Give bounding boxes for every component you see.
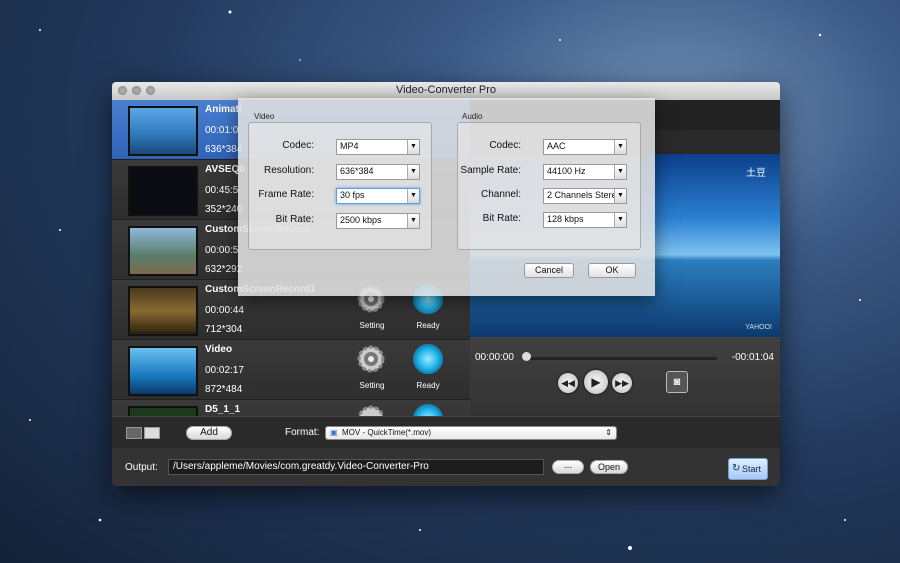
channel-label: Channel: xyxy=(480,189,521,200)
dropdown-arrow-icon: ▼ xyxy=(407,189,419,203)
ready-status-icon[interactable] xyxy=(413,404,443,416)
audio-group-title: Audio xyxy=(462,112,483,121)
video-bitrate-label: Bit Rate: xyxy=(275,214,314,225)
cancel-button[interactable]: Cancel xyxy=(524,263,574,278)
browse-button[interactable]: ... xyxy=(552,460,584,474)
video-group-title: Video xyxy=(254,112,275,121)
format-toolbar: Add Format: ▣ MOV - QuickTime(*.mov) ⇕ xyxy=(112,416,780,449)
dropdown-arrow-icon: ▼ xyxy=(407,214,419,228)
open-button[interactable]: Open xyxy=(590,460,628,474)
snapshot-button[interactable]: ◙ xyxy=(666,371,688,393)
ok-button[interactable]: OK xyxy=(588,263,636,278)
audio-codec-select[interactable]: AAC ▼ xyxy=(543,139,627,155)
play-icon: ▶ xyxy=(591,375,601,389)
rewind-button[interactable]: ◀◀ xyxy=(558,373,578,393)
format-file-icon: ▣ xyxy=(330,428,338,437)
frame-rate-select[interactable]: 30 fps ▼ xyxy=(336,188,420,204)
file-row[interactable]: D5_1_1 xyxy=(112,400,470,416)
resolution-select[interactable]: 636*384 ▼ xyxy=(336,164,420,180)
output-path-field[interactable]: /Users/appleme/Movies/com.greatdy.Video-… xyxy=(168,459,544,475)
dropdown-arrow-icon: ▼ xyxy=(614,213,626,227)
sample-rate-select[interactable]: 44100 Hz ▼ xyxy=(543,164,627,180)
ready-status-icon[interactable] xyxy=(413,344,443,374)
seek-track[interactable] xyxy=(525,357,717,360)
settings-dialog: Video Codec: MP4 ▼ Resolution: 636*384 ▼ F… xyxy=(238,98,655,296)
file-thumbnail xyxy=(128,406,198,416)
file-thumbnail xyxy=(128,106,198,156)
file-resolution: 872*484 xyxy=(205,384,243,395)
video-codec-value: MP4 xyxy=(340,141,359,151)
ready-label: Ready xyxy=(416,381,440,390)
frame-rate-label: Frame Rate: xyxy=(258,189,314,200)
dropdown-arrow-icon: ▼ xyxy=(614,140,626,154)
output-bar: Output: /Users/appleme/Movies/com.greatd… xyxy=(112,448,780,486)
current-time: 00:00:00 xyxy=(475,352,514,363)
remaining-time: -00:01:04 xyxy=(731,352,774,363)
audio-codec-label: Codec: xyxy=(489,140,521,151)
video-bitrate-value: 2500 kbps xyxy=(340,215,382,225)
refresh-icon: ↻ xyxy=(732,463,741,474)
file-duration: 00:01:0 xyxy=(205,125,239,136)
grid-view-toggle[interactable] xyxy=(126,427,142,439)
file-resolution: 712*304 xyxy=(205,324,243,335)
audio-bitrate-label: Bit Rate: xyxy=(482,213,521,224)
fast-forward-button[interactable]: ▶▶ xyxy=(612,373,632,393)
format-label: Format: xyxy=(285,427,320,438)
audio-bitrate-select[interactable]: 128 kbps ▼ xyxy=(543,212,627,228)
play-button[interactable]: ▶ xyxy=(584,370,608,394)
setting-label: Setting xyxy=(359,381,385,390)
format-value: MOV - QuickTime(*.mov) xyxy=(342,428,432,437)
setting-label: Setting xyxy=(359,321,385,330)
video-codec-select[interactable]: MP4 ▼ xyxy=(336,139,420,155)
camera-icon: ◙ xyxy=(673,376,681,388)
file-duration: 00:00:44 xyxy=(205,305,244,316)
format-select[interactable]: ▣ MOV - QuickTime(*.mov) ⇕ xyxy=(325,426,617,440)
fast-forward-icon: ▶▶ xyxy=(615,378,629,388)
sample-rate-value: 44100 Hz xyxy=(547,166,586,176)
dropdown-arrow-icon: ▼ xyxy=(614,189,626,203)
select-arrows-icon: ⇕ xyxy=(605,428,612,437)
resolution-label: Resolution: xyxy=(263,165,314,176)
watermark-logo: 土豆 xyxy=(746,168,766,179)
audio-bitrate-value: 128 kbps xyxy=(547,214,584,224)
start-label: Start xyxy=(742,464,762,474)
corner-watermark: YAHOO! xyxy=(745,324,772,331)
list-view-toggle[interactable] xyxy=(144,427,160,439)
file-thumbnail xyxy=(128,166,198,216)
resolution-value: 636*384 xyxy=(340,166,374,176)
file-name: D5_1_1 xyxy=(205,404,241,415)
file-name: Animati xyxy=(205,104,242,115)
sample-rate-label: Sample Rate: xyxy=(460,165,521,176)
file-resolution: 632*292 xyxy=(205,264,243,275)
rewind-icon: ◀◀ xyxy=(561,378,575,388)
dropdown-arrow-icon: ▼ xyxy=(407,165,419,179)
playback-controls: 00:00:00 -00:01:04 ◀◀ ▶ ▶▶ ◙ xyxy=(470,337,780,416)
frame-rate-value: 30 fps xyxy=(340,190,365,200)
dropdown-arrow-icon: ▼ xyxy=(614,165,626,179)
gear-icon[interactable] xyxy=(357,345,385,373)
add-button[interactable]: Add xyxy=(186,426,232,440)
file-duration: 00:00:5 xyxy=(205,245,239,256)
file-thumbnail xyxy=(128,286,198,336)
window-title: Video-Converter Pro xyxy=(395,84,497,96)
audio-codec-value: AAC xyxy=(547,141,566,151)
file-row[interactable]: Video 00:02:17 872*484 Setting Ready xyxy=(112,340,470,400)
seek-knob[interactable] xyxy=(522,352,531,361)
file-thumbnail xyxy=(128,226,198,276)
video-bitrate-select[interactable]: 2500 kbps ▼ xyxy=(336,213,420,229)
channel-select[interactable]: 2 Channels Stereo ▼ xyxy=(543,188,627,204)
output-label: Output: xyxy=(125,462,158,473)
file-duration: 00:02:17 xyxy=(205,365,244,376)
start-button[interactable]: ↻ Start xyxy=(728,458,768,480)
file-thumbnail xyxy=(128,346,198,396)
dropdown-arrow-icon: ▼ xyxy=(407,140,419,154)
gear-icon[interactable] xyxy=(357,405,385,416)
ready-label: Ready xyxy=(416,321,440,330)
file-name: Video xyxy=(205,344,233,355)
video-codec-label: Codec: xyxy=(282,140,314,151)
channel-value: 2 Channels Stereo xyxy=(547,190,615,200)
